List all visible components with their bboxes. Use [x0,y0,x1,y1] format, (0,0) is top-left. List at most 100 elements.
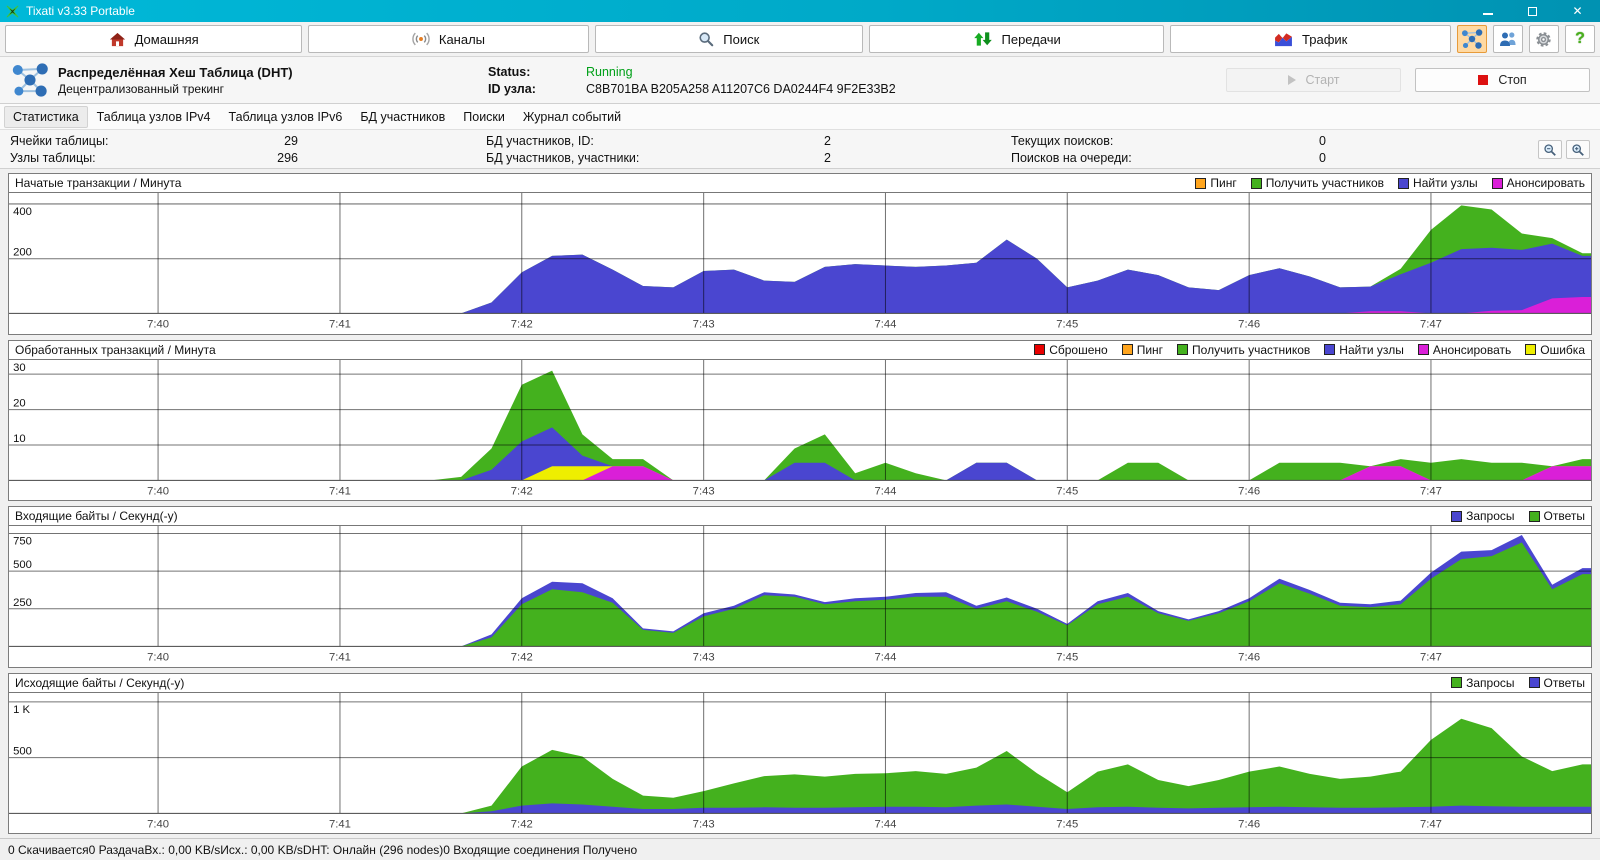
nav-settings-button[interactable] [1528,25,1559,53]
charts-area: Начатые транзакции / Минута Пинг Получить … [0,169,1600,838]
svg-text:7:42: 7:42 [511,485,533,497]
chart-title: Обработанных транзакций / Минута [15,342,216,357]
nav-transfers-button[interactable]: Передачи [868,25,1165,53]
chart-canvas: 7:40 7:41 7:42 7:43 7:44 7:45 7:46 7:47 500 1 K [9,692,1591,830]
legend-swatch-icon [1528,510,1540,522]
dht-molecule-icon [1461,29,1483,49]
tab-searches[interactable]: Поиски [454,106,514,128]
svg-text:7:47: 7:47 [1420,652,1442,664]
svg-text:7:42: 7:42 [511,319,533,331]
legend-item: Сброшено [1034,343,1108,357]
app-logo-icon [5,4,20,19]
tab-node-table-ipv4[interactable]: Таблица узлов IPv4 [88,106,220,128]
legend-swatch-icon [1491,177,1503,189]
dht-status-block: Status: Running ID узла: C8B701BA B205A2… [488,65,896,96]
legend-label: Пинг [1210,176,1237,190]
tab-statistics[interactable]: Статистика [4,105,88,128]
svg-text:7:42: 7:42 [511,652,533,664]
stop-icon [1478,75,1489,85]
status-label: Status: [488,64,531,79]
charts-zoom-in-button[interactable] [1566,140,1590,159]
svg-text:7:43: 7:43 [693,485,715,497]
legend-swatch-icon [1525,344,1537,355]
legend-label: Анонсировать [1506,176,1585,190]
svg-text:30: 30 [13,362,26,374]
node-id-label: ID узла: [488,81,536,96]
tab-event-log[interactable]: Журнал событий [514,106,630,128]
svg-text:500: 500 [13,559,32,571]
legend-item: Анонсировать [1417,342,1512,357]
nav-search-button[interactable]: Поиск [594,25,863,53]
legend-label: Пинг [1136,342,1164,357]
legend-label: Ответы [1543,509,1585,523]
svg-text:7:45: 7:45 [1056,652,1078,664]
titlebar: Tixati v3.33 Portable ✕ [0,0,1600,22]
legend-item: Анонсировать [1491,176,1585,190]
minimize-icon [1482,13,1493,15]
legend-label: Найти узлы [1413,176,1478,190]
dht-header: Распределённая Хеш Таблица (DHT) Децентр… [0,57,1600,104]
nav-traffic-button[interactable]: Трафик [1170,25,1451,53]
legend-item: Ответы [1528,675,1585,690]
stats-column-peerdb: БД участников, ID: 2 БД участников, учас… [486,132,831,166]
legend-item: Пинг [1121,342,1164,357]
svg-text:750: 750 [13,536,32,548]
legend-swatch-icon [1034,344,1046,355]
stat-label: Узлы таблицы: [10,150,96,165]
legend-label: Анонсировать [1432,342,1512,357]
gear-icon [1536,31,1552,47]
nav-home-button[interactable]: Домашняя [5,25,303,53]
chart-legend: Сброшено Пинг Получить участников Найти узл… [1034,343,1585,357]
chart-title: Исходящие байты / Секунд(-у) [15,675,185,690]
status-out-rate: Исх.: 0,00 KB/s [220,842,303,857]
svg-text:7:41: 7:41 [329,485,351,497]
nav-help-button[interactable]: ? [1564,25,1595,53]
nav-peers-button[interactable] [1492,25,1523,53]
stat-row: Узлы таблицы: 296 [10,151,298,165]
legend-item: Найти узлы [1398,176,1478,190]
stat-row: Ячейки таблицы: 29 [10,134,298,148]
tab-node-table-ipv6[interactable]: Таблица узлов IPv6 [220,106,352,128]
magnifier-plus-icon [1572,143,1584,156]
nav-channels-button[interactable]: Каналы [308,25,589,53]
stat-label: Ячейки таблицы: [10,133,109,148]
nav-traffic-label: Трафик [1302,31,1348,47]
transfers-icon [973,32,992,46]
home-icon [109,32,125,46]
legend-label: Получить участников [1192,342,1311,357]
chart-legend: Пинг Получить участников Найти узлы Анонсир… [1195,176,1585,190]
status-seeding: 0 Раздача [88,842,145,857]
svg-text:7:40: 7:40 [147,652,169,664]
stat-value: 296 [277,150,298,165]
chart-title: Начатые транзакции / Минута [15,176,182,190]
svg-text:7:43: 7:43 [693,319,715,331]
nav-dht-button[interactable] [1456,25,1487,53]
svg-text:20: 20 [13,397,26,409]
stat-label: Поисков на очереди: [1011,150,1132,165]
stop-label: Стоп [1498,73,1527,87]
svg-text:7:43: 7:43 [693,652,715,664]
chart-header: Входящие байты / Секунд(-у) Запросы Ответы [9,507,1591,526]
svg-text:7:40: 7:40 [147,319,169,331]
chart-canvas: 7:40 7:41 7:42 7:43 7:44 7:45 7:46 7:47 250 500 75… [9,526,1591,664]
minimize-button[interactable] [1465,0,1510,22]
chart-panel-1: Обработанных транзакций / Минута Сброшено… [8,339,1592,501]
nav-home-label: Домашняя [134,31,199,47]
stat-row: Поисков на очереди: 0 [1011,151,1326,165]
close-button[interactable]: ✕ [1555,0,1600,22]
legend-item: Запросы [1451,509,1515,523]
legend-label: Ответы [1543,675,1585,690]
tab-peer-db[interactable]: БД участников [351,106,454,128]
channels-icon [412,32,430,46]
maximize-button[interactable] [1510,0,1555,22]
svg-text:500: 500 [13,745,32,757]
magnifier-minus-icon [1544,143,1556,156]
charts-zoom-out-button[interactable] [1538,140,1562,159]
svg-text:7:41: 7:41 [329,818,351,830]
people-icon [1499,32,1516,46]
nav-transfers-label: Передачи [1001,31,1061,47]
legend-swatch-icon [1324,344,1336,355]
stop-button[interactable]: Стоп [1415,68,1590,92]
status-bar: 0 Скачивается 0 Раздача Вх.: 0,00 KB/s И… [0,838,1600,860]
start-button[interactable]: Старт [1226,68,1401,92]
